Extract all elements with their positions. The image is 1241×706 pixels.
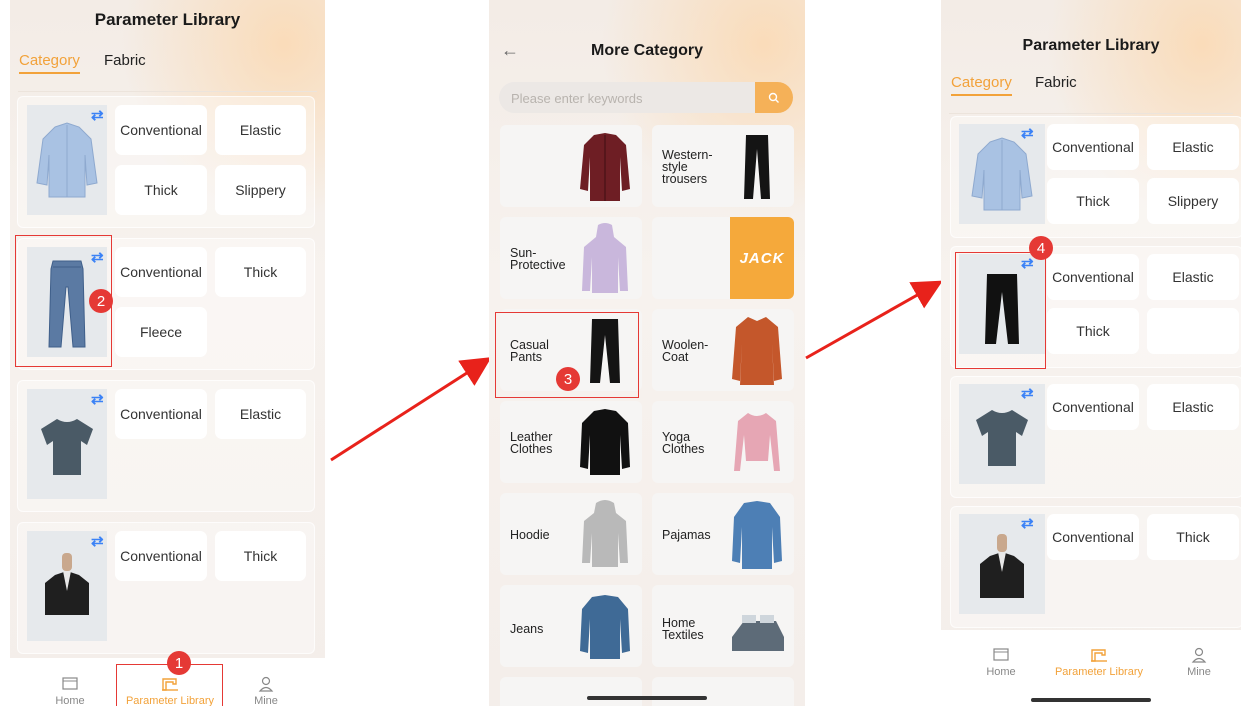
category-tile-home-textiles[interactable]: Home Textiles <box>652 585 794 667</box>
lilac-hoodie-icon <box>582 223 628 293</box>
tab-fabric[interactable]: Fabric <box>1035 74 1077 91</box>
chip-thick[interactable]: Thick <box>1047 178 1139 224</box>
swap-icon[interactable]: ⇄ <box>1021 124 1034 142</box>
bedding-icon <box>732 615 784 651</box>
category-tile-sun-protective[interactable]: Sun- Protective <box>500 217 642 299</box>
chip-elastic[interactable]: Elastic <box>1147 384 1239 430</box>
chip-elastic[interactable]: Elastic <box>1147 124 1239 170</box>
yoga-top-icon <box>734 413 780 471</box>
screen-more-category: ← More Category Western- style trousers … <box>489 0 805 706</box>
search-input[interactable] <box>509 82 753 115</box>
search-button[interactable] <box>755 82 793 113</box>
chip-thick[interactable]: Thick <box>1147 514 1239 560</box>
search-icon <box>768 92 779 103</box>
grey-hoodie-icon <box>582 500 628 567</box>
chip-empty[interactable] <box>1147 308 1239 354</box>
bottom-nav: Home Parameter Library Mine <box>941 630 1241 706</box>
chip-conventional[interactable]: Conventional <box>1047 254 1139 300</box>
swap-icon[interactable]: ⇄ <box>1021 384 1034 402</box>
step-badge-4: 4 <box>1029 236 1053 260</box>
chip-conventional[interactable]: Conventional <box>1047 124 1139 170</box>
category-tile-partial[interactable] <box>500 677 642 706</box>
page-title: Parameter Library <box>1022 37 1160 54</box>
sewing-machine-icon <box>1091 649 1107 662</box>
category-tile-pajamas[interactable]: Pajamas <box>652 493 794 575</box>
nav-mine-label: Mine <box>1187 666 1211 678</box>
screen-parameter-library-updated: Parameter Library Category Fabric ⇄ Conv… <box>941 0 1241 706</box>
category-tile-yoga-clothes[interactable]: Yoga Clothes <box>652 401 794 483</box>
category-tile-partial[interactable] <box>652 677 794 706</box>
black-pants-icon <box>590 319 620 383</box>
orange-coat-icon <box>732 317 782 385</box>
jack-logo: JACK <box>730 217 794 299</box>
category-tile-jeans[interactable]: Jeans <box>500 585 642 667</box>
arrow-to-more-category <box>330 357 492 462</box>
nav-home-label: Home <box>986 666 1016 678</box>
category-tile-hoodie[interactable]: Hoodie <box>500 493 642 575</box>
search-bar <box>499 82 793 115</box>
category-tile-woolen-coat[interactable]: Woolen- Coat <box>652 309 794 391</box>
nav-home[interactable]: Home <box>981 647 1021 678</box>
category-tile-western-trousers[interactable]: Western- style trousers <box>652 125 794 207</box>
swap-icon[interactable]: ⇄ <box>1021 254 1034 272</box>
pajamas-icon <box>732 501 782 569</box>
step-badge-3: 3 <box>556 367 580 391</box>
home-indicator <box>1031 698 1151 702</box>
nav-parameter-library[interactable]: Parameter Library <box>1049 647 1149 678</box>
user-icon <box>1191 647 1207 663</box>
page-title: More Category <box>590 42 704 59</box>
chip-conventional[interactable]: Conventional <box>1047 384 1139 430</box>
maroon-jacket-icon <box>580 133 630 201</box>
category-tile-jacket[interactable] <box>500 125 642 207</box>
tab-bar: Category Fabric <box>941 74 1241 114</box>
category-tile-jack-brand[interactable]: JACK <box>652 217 794 299</box>
chip-slippery[interactable]: Slippery <box>1147 178 1239 224</box>
tab-category[interactable]: Category <box>951 74 1012 96</box>
chip-thick[interactable]: Thick <box>1047 308 1139 354</box>
leather-jacket-icon <box>580 409 630 475</box>
category-tile-leather-clothes[interactable]: Leather Clothes <box>500 401 642 483</box>
black-trousers-icon <box>744 135 770 199</box>
denim-jacket-icon <box>580 595 630 659</box>
home-indicator <box>587 696 707 700</box>
chip-conventional[interactable]: Conventional <box>1047 514 1139 560</box>
home-icon <box>993 648 1009 661</box>
arrow-to-updated-library <box>805 280 943 360</box>
nav-mine[interactable]: Mine <box>1179 647 1219 678</box>
swap-icon[interactable]: ⇄ <box>1021 514 1034 532</box>
nav-parameter-library-label: Parameter Library <box>1054 666 1144 678</box>
chip-elastic[interactable]: Elastic <box>1147 254 1239 300</box>
